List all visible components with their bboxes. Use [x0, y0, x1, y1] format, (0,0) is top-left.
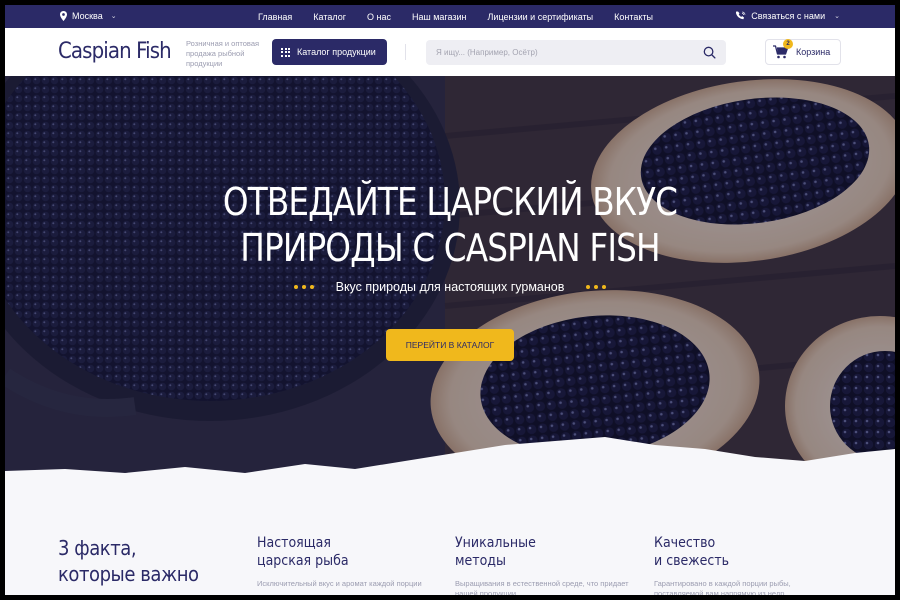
cart-button[interactable]: 2 Корзина	[765, 39, 841, 65]
fact-title-line-1: Уникальные	[455, 535, 536, 551]
site-header: Caspian Fish Розничная и оптовая продажа…	[5, 28, 895, 76]
facts-section: 3 факта, которые важно Настоящая царская …	[5, 496, 895, 595]
logo-tagline: Розничная и оптовая продажа рыбной проду…	[186, 39, 260, 68]
contact-dropdown[interactable]: Связаться с нами ⌄	[736, 11, 840, 21]
facts-title-line-2: которые важно	[58, 562, 199, 586]
contact-label: Связаться с нами	[751, 11, 826, 21]
fact-title: Уникальные методы	[455, 534, 617, 570]
cart-count-badge: 2	[783, 39, 793, 49]
hero-subtitle-row: Вкус природы для настоящих гурманов	[5, 280, 895, 294]
fact-title-line-2: методы	[455, 553, 506, 569]
top-nav: Главная Каталог О нас Наш магазин Лиценз…	[258, 12, 674, 22]
page: Москва ⌄ Главная Каталог О нас Наш магаз…	[5, 5, 895, 595]
search-input[interactable]	[426, 40, 686, 65]
decorative-dots-icon	[586, 285, 607, 289]
cart-label: Корзина	[796, 47, 831, 57]
hero-title: ОТВЕДАЙТЕ ЦАРСКИЙ ВКУС ПРИРОДЫ С CASPIAN…	[67, 179, 832, 271]
decorative-dots-icon	[293, 285, 314, 289]
nav-contacts[interactable]: Контакты	[614, 12, 653, 22]
grid-icon	[281, 47, 290, 57]
cart-icon: 2	[773, 39, 793, 59]
nav-store[interactable]: Наш магазин	[412, 12, 467, 22]
fact-card: Качество и свежесть Гарантировано в каждо…	[654, 534, 834, 595]
fact-title-line-2: царская рыба	[257, 553, 349, 569]
nav-catalog[interactable]: Каталог	[313, 12, 346, 22]
fact-text: Исключительный вкус и аромат каждой порц…	[257, 579, 422, 588]
fact-title-line-1: Настоящая	[257, 535, 331, 551]
fact-text: Выращивания в естественной среде, что пр…	[455, 579, 629, 595]
facts-title: 3 факта, которые важно	[58, 535, 199, 587]
search-icon[interactable]	[703, 46, 716, 59]
city-name: Москва	[72, 11, 103, 21]
fact-title: Качество и свежесть	[654, 534, 816, 570]
facts-title-line-1: 3 факта,	[58, 536, 137, 560]
hero-title-line-2: ПРИРОДЫ С CASPIAN FISH	[240, 226, 660, 270]
go-to-catalog-button[interactable]: ПЕРЕЙТИ В КАТАЛОГ	[386, 329, 514, 361]
torn-paper-edge	[5, 437, 895, 496]
hero-banner: ОТВЕДАЙТЕ ЦАРСКИЙ ВКУС ПРИРОДЫ С CASPIAN…	[5, 76, 895, 496]
fact-title: Настоящая царская рыба	[257, 534, 419, 570]
city-selector[interactable]: Москва ⌄	[59, 11, 117, 21]
top-bar: Москва ⌄ Главная Каталог О нас Наш магаз…	[5, 5, 895, 28]
nav-home[interactable]: Главная	[258, 12, 292, 22]
fact-text: Гарантировано в каждой порции рыбы, пост…	[654, 579, 791, 595]
fact-title-line-1: Качество	[654, 535, 716, 551]
location-pin-icon	[60, 11, 67, 21]
chevron-down-icon: ⌄	[834, 13, 840, 20]
search-box	[426, 40, 726, 65]
nav-about[interactable]: О нас	[367, 12, 391, 22]
hero-subtitle: Вкус природы для настоящих гурманов	[335, 280, 565, 294]
nav-licenses[interactable]: Лицензии и сертификаты	[488, 12, 594, 22]
divider	[405, 44, 406, 60]
catalog-button-label: Каталог продукции	[297, 47, 376, 57]
hero-title-line-1: ОТВЕДАЙТЕ ЦАРСКИЙ ВКУС	[222, 180, 678, 224]
fact-title-line-2: и свежесть	[654, 553, 730, 569]
catalog-button[interactable]: Каталог продукции	[272, 39, 387, 65]
fact-card: Настоящая царская рыба Исключительный вку…	[257, 534, 437, 589]
site-logo[interactable]: Caspian Fish	[58, 39, 172, 64]
chevron-down-icon: ⌄	[110, 13, 117, 20]
phone-icon	[736, 11, 746, 20]
fact-card: Уникальные методы Выращивания в естествен…	[455, 534, 635, 595]
